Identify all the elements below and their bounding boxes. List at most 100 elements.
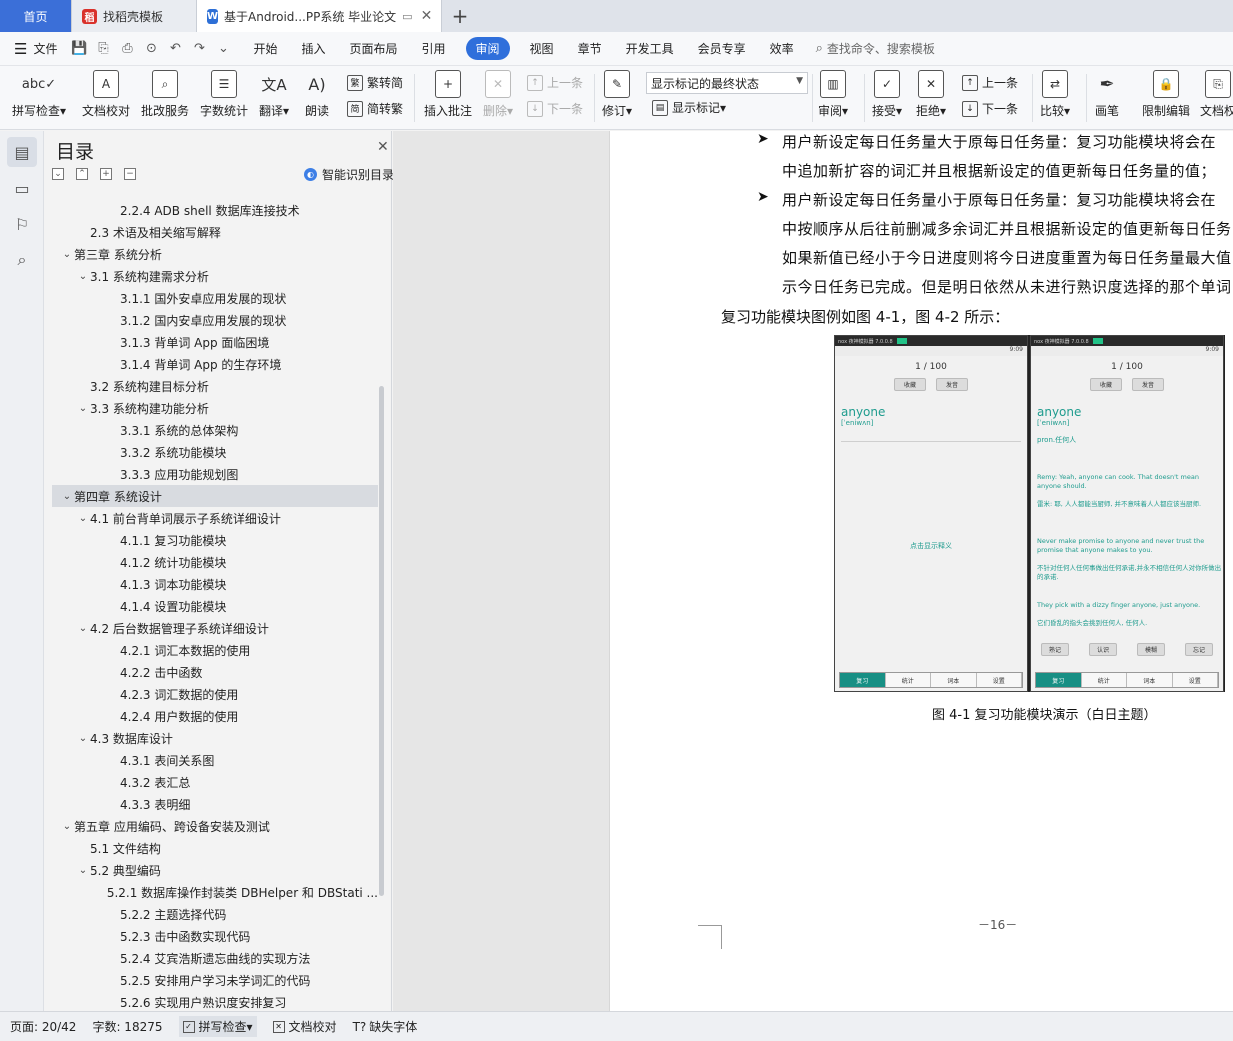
read-aloud-button[interactable]: A) 朗读: [304, 70, 330, 119]
prev-comment-button[interactable]: ↑ 上一条: [527, 74, 583, 91]
chevron-down-icon[interactable]: ⌄: [76, 513, 90, 524]
next-revision-button[interactable]: ↓ 下一条: [962, 100, 1018, 117]
save-icon[interactable]: 💾: [69, 40, 89, 58]
undo-icon[interactable]: ↶: [165, 40, 185, 58]
menu-page-layout[interactable]: 页面布局: [350, 40, 398, 57]
collapse-all-icon[interactable]: ⌄: [52, 168, 64, 180]
toc-scrollbar[interactable]: [379, 386, 384, 896]
toc-item[interactable]: 4.3.2 表汇总: [52, 771, 378, 793]
toc-item[interactable]: 4.3.3 表明细: [52, 793, 378, 815]
toc-item[interactable]: 5.2.1 数据库操作封装类 DBHelper 和 DBStati ...: [52, 881, 378, 903]
simp-to-trad-button[interactable]: 简简转繁: [347, 100, 403, 117]
menu-member[interactable]: 会员专享: [698, 40, 746, 57]
trad-to-simp-button[interactable]: 繁繁转简: [347, 74, 403, 91]
toc-item[interactable]: 5.2.4 艾宾浩斯遗忘曲线的实现方法: [52, 947, 378, 969]
document-page[interactable]: ➤ 用户新设定每日任务量大于原每日任务量：复习功能模块将会在 中追加新扩容的词汇…: [609, 131, 1233, 1011]
toc-item[interactable]: 2.3 术语及相关缩写解释: [52, 221, 378, 243]
revise-button[interactable]: ✎ 修订▾: [602, 70, 632, 119]
close-tab-icon[interactable]: ✕: [421, 8, 433, 24]
toc-item[interactable]: ⌄ 4.2 后台数据管理子系统详细设计: [52, 617, 378, 639]
toc-item[interactable]: 5.2.6 实现用户熟识度安排复习: [52, 991, 378, 1010]
show-markup-button[interactable]: ▤ 显示标记 ▾: [652, 99, 726, 116]
toc-item[interactable]: ⌄ 5.2 典型编码: [52, 859, 378, 881]
review-pane-button[interactable]: ▥ 审阅▾: [818, 70, 848, 119]
expand-all-icon[interactable]: ⌃: [76, 168, 88, 180]
chevron-down-icon[interactable]: ⌄: [213, 40, 233, 58]
chevron-down-icon[interactable]: ⌄: [76, 403, 90, 414]
missing-font-button[interactable]: T? 缺失字体: [353, 1018, 418, 1035]
chapter-icon[interactable]: ▭: [7, 173, 37, 203]
chevron-down-icon[interactable]: ⌄: [76, 623, 90, 634]
tab-document[interactable]: W 基于Android...PP系统 毕业论文 ▭ ✕: [197, 0, 442, 32]
add-heading-icon[interactable]: +: [100, 168, 112, 180]
menu-view[interactable]: 视图: [530, 40, 554, 57]
toc-item[interactable]: ⌄ 4.1 前台背单词展示子系统详细设计: [52, 507, 378, 529]
toc-item[interactable]: 3.1.3 背单词 App 面临困境: [52, 331, 378, 353]
status-spell-check[interactable]: ✓ 拼写检查 ▾: [178, 1016, 257, 1037]
bookmark-icon[interactable]: ⚐: [7, 209, 37, 239]
toc-item[interactable]: 3.3.1 系统的总体架构: [52, 419, 378, 441]
search-icon[interactable]: ⌕: [7, 245, 37, 275]
command-search[interactable]: ⌕ 查找命令、搜索模板: [816, 40, 935, 57]
chevron-down-icon[interactable]: ⌄: [76, 865, 90, 876]
chevron-down-icon[interactable]: ⌄: [76, 271, 90, 282]
toc-item[interactable]: 4.2.2 击中函数: [52, 661, 378, 683]
toc-item[interactable]: 4.2.4 用户数据的使用: [52, 705, 378, 727]
doc-rights-button[interactable]: ⎘ 文档权: [1200, 70, 1233, 119]
smart-toc-button[interactable]: ◐ 智能识别目录: [304, 166, 394, 183]
toc-item[interactable]: 4.1.1 复习功能模块: [52, 529, 378, 551]
prev-revision-button[interactable]: ↑ 上一条: [962, 74, 1018, 91]
insert-comment-button[interactable]: + 插入批注: [424, 70, 472, 119]
toc-item[interactable]: 5.2.5 安排用户学习未学词汇的代码: [52, 969, 378, 991]
tab-home[interactable]: 首页: [0, 0, 72, 32]
menu-insert[interactable]: 插入: [301, 40, 325, 57]
menu-start[interactable]: 开始: [253, 40, 277, 57]
toc-item[interactable]: 4.2.1 词汇本数据的使用: [52, 639, 378, 661]
toc-item[interactable]: 4.1.4 设置功能模块: [52, 595, 378, 617]
toc-item[interactable]: 5.2.2 主题选择代码: [52, 903, 378, 925]
markup-state-select[interactable]: 显示标记的最终状态 ▼: [646, 72, 808, 94]
toc-item[interactable]: 4.3.1 表间关系图: [52, 749, 378, 771]
menu-review[interactable]: 审阅: [465, 37, 510, 60]
toc-item[interactable]: 3.3.3 应用功能规划图: [52, 463, 378, 485]
toc-item[interactable]: 3.1.4 背单词 App 的生存环境: [52, 353, 378, 375]
toc-item[interactable]: ⌄ 第四章 系统设计: [52, 485, 378, 507]
doc-check-button[interactable]: A 文档校对: [82, 70, 130, 119]
remove-heading-icon[interactable]: −: [124, 168, 136, 180]
export-icon[interactable]: ⎘: [93, 40, 113, 58]
accept-button[interactable]: ✓ 接受▾: [872, 70, 902, 119]
close-icon[interactable]: ✕: [377, 139, 389, 155]
menu-chapter[interactable]: 章节: [578, 40, 602, 57]
toc-item[interactable]: ⌄ 第五章 应用编码、跨设备安装及测试: [52, 815, 378, 837]
status-doc-check[interactable]: ✕ 文档校对: [272, 1018, 337, 1035]
chevron-down-icon[interactable]: ⌄: [76, 733, 90, 744]
file-menu[interactable]: ☰ 文件: [14, 40, 57, 58]
toc-item[interactable]: 5.1 文件结构: [52, 837, 378, 859]
toc-item[interactable]: 5.2.3 击中函数实现代码: [52, 925, 378, 947]
new-tab-button[interactable]: +: [442, 0, 478, 32]
toc-item[interactable]: 4.2.3 词汇数据的使用: [52, 683, 378, 705]
toc-item[interactable]: ⌄ 3.1 系统构建需求分析: [52, 265, 378, 287]
menu-efficiency[interactable]: 效率: [770, 40, 794, 57]
tab-docer[interactable]: 稻 找稻壳模板: [72, 0, 197, 32]
chevron-down-icon[interactable]: ⌄: [60, 491, 74, 502]
page-indicator[interactable]: 页面: 20/42: [10, 1018, 76, 1035]
chevron-down-icon[interactable]: ⌄: [60, 821, 74, 832]
toc-item[interactable]: 3.1.2 国内安卓应用发展的现状: [52, 309, 378, 331]
toc-item[interactable]: 2.2.4 ADB shell 数据库连接技术: [52, 199, 378, 221]
toc-icon[interactable]: ▤: [7, 137, 37, 167]
toc-item[interactable]: 3.2 系统构建目标分析: [52, 375, 378, 397]
window-icon[interactable]: ▭: [402, 10, 412, 23]
chevron-down-icon[interactable]: ⌄: [60, 249, 74, 260]
toc-item[interactable]: ⌄ 第三章 系统分析: [52, 243, 378, 265]
toc-item[interactable]: ⌄ 3.3 系统构建功能分析: [52, 397, 378, 419]
delete-comment-button[interactable]: ✕ 删除▾: [483, 70, 513, 119]
preview-icon[interactable]: ⊙: [141, 40, 161, 58]
word-count-button[interactable]: ☰ 字数统计: [200, 70, 248, 119]
menu-developer[interactable]: 开发工具: [626, 40, 674, 57]
pen-button[interactable]: ✒ 画笔: [1094, 70, 1120, 119]
reject-button[interactable]: ✕ 拒绝▾: [916, 70, 946, 119]
word-count-indicator[interactable]: 字数: 18275: [92, 1018, 162, 1035]
print-icon[interactable]: ⎙: [117, 40, 137, 58]
menu-reference[interactable]: 引用: [422, 40, 446, 57]
